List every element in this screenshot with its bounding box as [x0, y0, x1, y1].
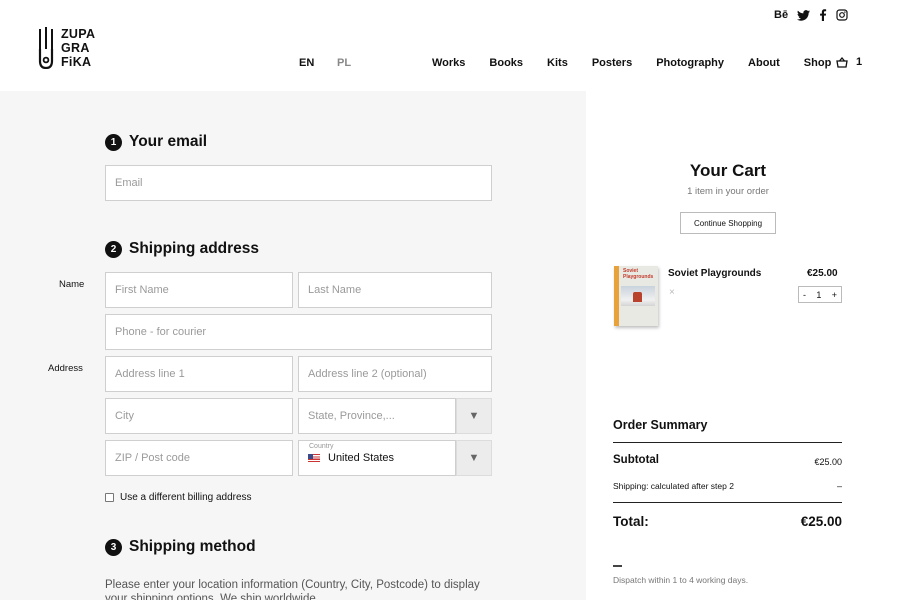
city-field[interactable]: City: [105, 398, 293, 434]
step-email-heading: 1 Your email: [105, 133, 207, 151]
shipping-value: –: [836, 481, 842, 491]
nav-item-posters[interactable]: Posters: [592, 57, 632, 69]
remove-item-icon[interactable]: ×: [669, 287, 675, 298]
subtotal-value: €25.00: [814, 457, 842, 467]
main-nav: Works Books Kits Posters Photography Abo…: [432, 57, 831, 69]
state-select[interactable]: State, Province,...: [298, 398, 456, 434]
divider: [613, 442, 842, 443]
country-label: Country: [309, 443, 334, 450]
nav-item-about[interactable]: About: [748, 57, 780, 69]
brand-logo[interactable]: ZUPA GRA FiKA: [38, 27, 95, 69]
brand-line: ZUPA: [61, 27, 96, 41]
address-line2-field[interactable]: Address line 2 (optional): [298, 356, 492, 392]
billing-checkbox[interactable]: [105, 493, 114, 502]
total-label: Total:: [613, 514, 649, 529]
step-number: 3: [105, 538, 122, 556]
basket-icon: [836, 56, 848, 68]
subtotal-label: Subtotal: [613, 454, 659, 466]
total-value: €25.00: [800, 514, 842, 529]
cart-title: Your Cart: [689, 161, 767, 180]
step-number: 2: [105, 240, 122, 258]
shipping-label: Shipping: calculated after step 2: [613, 481, 734, 491]
behance-icon[interactable]: Bē: [774, 9, 788, 21]
nav-item-photography[interactable]: Photography: [656, 57, 724, 69]
lang-pl-link[interactable]: PL: [337, 57, 351, 69]
qty-value[interactable]: 1: [816, 290, 821, 300]
cart-item-price: €25.00: [807, 268, 838, 279]
step-method-heading: 3 Shipping method: [105, 538, 256, 556]
lang-en-link[interactable]: EN: [299, 57, 314, 69]
nav-item-kits[interactable]: Kits: [547, 57, 568, 69]
address-line1-field[interactable]: Address line 1: [105, 356, 293, 392]
cart-item-name[interactable]: Soviet Playgrounds: [668, 268, 761, 279]
phone-field[interactable]: Phone - for courier: [105, 314, 492, 350]
dispatch-note: Dispatch within 1 to 4 working days.: [613, 575, 749, 585]
name-label: Name: [59, 279, 85, 290]
brand-wordmark: ZUPA GRA FiKA: [61, 27, 95, 69]
last-name-field[interactable]: Last Name: [298, 272, 492, 308]
billing-address-toggle[interactable]: Use a different billing address: [105, 492, 252, 503]
billing-checkbox-label: Use a different billing address: [120, 492, 252, 503]
instagram-icon[interactable]: [836, 9, 848, 21]
chevron-down-icon[interactable]: ▼: [456, 440, 492, 476]
nav-item-shop[interactable]: Shop: [804, 57, 832, 69]
zip-field[interactable]: ZIP / Post code: [105, 440, 293, 476]
order-summary-title: Order Summary: [613, 418, 708, 432]
twitter-icon[interactable]: [797, 9, 811, 21]
country-select[interactable]: Country United States: [298, 440, 456, 476]
chevron-down-icon[interactable]: ▼: [456, 398, 492, 434]
nav-item-books[interactable]: Books: [489, 57, 523, 69]
step-title: Shipping address: [129, 240, 260, 257]
divider-dash: [613, 565, 622, 567]
shipping-note: Please enter your location information (…: [105, 579, 480, 600]
step-number: 1: [105, 133, 122, 151]
logo-icon: [38, 27, 54, 69]
step-shipping-heading: 2 Shipping address: [105, 240, 259, 258]
country-value: United States: [328, 452, 395, 464]
continue-shopping-button[interactable]: Continue Shopping: [680, 212, 776, 234]
facebook-icon[interactable]: [819, 9, 827, 21]
social-links: Bē: [774, 9, 857, 21]
increase-qty-button[interactable]: +: [832, 290, 837, 300]
step-title: Your email: [129, 133, 208, 150]
decrease-qty-button[interactable]: -: [803, 290, 806, 300]
cart-subtitle: 1 item in your order: [687, 186, 769, 197]
nav-item-works[interactable]: Works: [432, 57, 465, 69]
site-header: ZUPA GRA FiKA Bē EN PL Works Books Kits …: [0, 0, 900, 91]
email-field[interactable]: Email: [105, 165, 492, 201]
address-label: Address: [48, 363, 83, 374]
brand-line: FiKA: [61, 55, 92, 69]
step-title: Shipping method: [129, 538, 256, 555]
book-cover-photo: [621, 286, 655, 306]
header-cart-button[interactable]: 1: [836, 56, 862, 68]
quantity-stepper: - 1 +: [798, 286, 842, 303]
book-spine: [614, 266, 619, 326]
product-thumbnail[interactable]: Soviet Playgrounds: [614, 266, 658, 326]
divider: [613, 502, 842, 503]
book-cover-title: Soviet Playgrounds: [623, 268, 654, 280]
first-name-field[interactable]: First Name: [105, 272, 293, 308]
cart-count: 1: [856, 56, 863, 68]
us-flag-icon: [308, 454, 320, 462]
brand-line: GRA: [61, 41, 90, 55]
